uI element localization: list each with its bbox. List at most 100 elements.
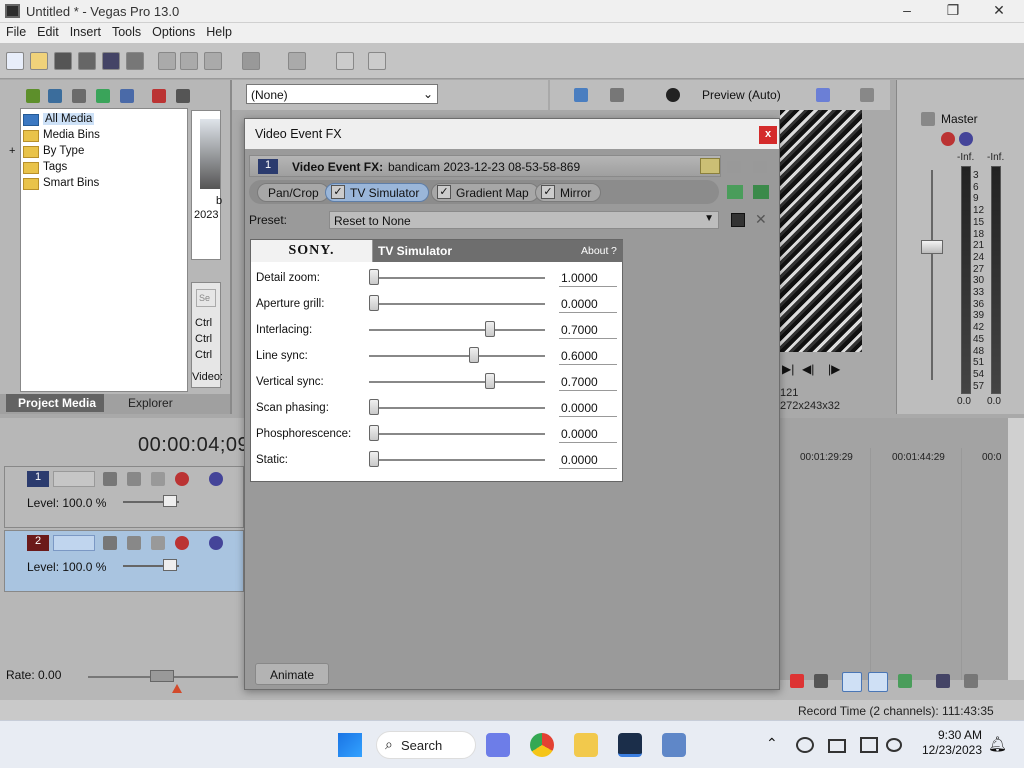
snapshot-icon[interactable] <box>860 88 874 102</box>
file-explorer-icon[interactable] <box>574 733 598 757</box>
menu-help[interactable]: Help <box>200 23 237 39</box>
tree-item-tags[interactable]: Tags <box>23 161 67 174</box>
tab-explorer[interactable]: Explorer <box>112 394 192 412</box>
view-split-icon[interactable] <box>727 161 741 173</box>
get-media-icon[interactable] <box>72 89 86 103</box>
sync-icon[interactable] <box>796 737 814 753</box>
calculator-icon[interactable] <box>662 733 686 757</box>
preview-quality-dropdown[interactable]: Preview (Auto) <box>702 88 781 102</box>
open-folder-icon[interactable] <box>30 52 48 70</box>
grid-icon[interactable] <box>816 88 830 102</box>
track-fx-icon[interactable] <box>175 536 189 550</box>
slider-track[interactable] <box>369 459 545 461</box>
split-screen-icon[interactable] <box>610 88 624 102</box>
fx-close-button[interactable]: x <box>759 126 777 144</box>
track-motion-icon[interactable] <box>103 472 117 486</box>
rate-slider[interactable] <box>150 670 174 682</box>
normal-edit-tool-icon[interactable] <box>842 672 862 692</box>
video-track-2[interactable]: 2 Level: 100.0 % <box>4 530 244 592</box>
slider-thumb[interactable] <box>369 425 379 441</box>
slider-thumb[interactable] <box>369 399 379 415</box>
bypass-icon[interactable] <box>151 472 165 486</box>
volume-icon[interactable] <box>886 738 902 752</box>
plugin-mirror[interactable]: ✓ Mirror <box>535 183 602 202</box>
animate-button[interactable]: Animate <box>255 663 329 685</box>
slider-track[interactable] <box>369 381 545 383</box>
help-icon[interactable]: ? <box>611 245 617 257</box>
region-icon[interactable] <box>814 674 828 688</box>
master-fader[interactable] <box>921 240 943 254</box>
param-value-input[interactable]: 0.0000 <box>559 297 617 313</box>
tree-item-media-bins[interactable]: Media Bins <box>23 129 100 142</box>
slider-thumb[interactable] <box>369 295 379 311</box>
next-frame-icon[interactable]: ▶| <box>782 362 794 376</box>
copy-icon[interactable] <box>180 52 198 70</box>
whats-this-icon[interactable] <box>368 52 386 70</box>
plugin-chain-icon[interactable] <box>727 185 743 199</box>
plugin-tv-simulator[interactable]: ✓ TV Simulator <box>325 183 430 202</box>
forward-icon[interactable]: |▶ <box>828 362 840 376</box>
slider-thumb[interactable] <box>369 451 379 467</box>
keyframe-icon[interactable] <box>700 158 720 174</box>
search-media-icon[interactable] <box>120 89 134 103</box>
delete-preset-icon[interactable]: ✕ <box>755 211 767 228</box>
save-icon[interactable] <box>54 52 72 70</box>
bypass-icon[interactable] <box>151 536 165 550</box>
tree-item-by-type[interactable]: + By Type <box>9 145 84 158</box>
menu-edit[interactable]: Edit <box>31 23 64 39</box>
checkbox-icon[interactable]: ✓ <box>437 185 451 199</box>
new-icon[interactable] <box>6 52 24 70</box>
search-box-icon[interactable]: Se <box>196 289 216 307</box>
track-motion-icon[interactable] <box>103 536 117 550</box>
chevron-up-icon[interactable]: ⌃ <box>766 735 778 752</box>
slider-track[interactable] <box>369 329 545 331</box>
start-icon[interactable] <box>338 733 362 757</box>
menu-insert[interactable]: Insert <box>64 23 106 39</box>
cut-icon[interactable] <box>158 52 176 70</box>
rewind-icon[interactable]: ◀| <box>802 362 814 376</box>
menu-file[interactable]: File <box>0 23 31 39</box>
auto-ripple-icon[interactable] <box>936 674 950 688</box>
param-value-input[interactable]: 0.6000 <box>559 349 617 365</box>
param-value-input[interactable]: 1.0000 <box>559 271 617 287</box>
slider-thumb[interactable] <box>485 321 496 337</box>
checkbox-icon[interactable]: ✓ <box>331 185 345 199</box>
undo-icon[interactable] <box>242 52 260 70</box>
master-settings-icon[interactable] <box>921 112 935 126</box>
param-value-input[interactable]: 0.0000 <box>559 453 617 469</box>
tab-project-media[interactable]: Project Media <box>6 394 104 412</box>
slider-track[interactable] <box>369 303 545 305</box>
refresh-icon[interactable] <box>96 89 110 103</box>
capture-video-icon[interactable] <box>48 89 62 103</box>
slider-track[interactable] <box>369 355 545 357</box>
param-value-input[interactable]: 0.0000 <box>559 427 617 443</box>
about-link[interactable]: About <box>581 245 608 257</box>
param-value-input[interactable]: 0.7000 <box>559 323 617 339</box>
track-name-field[interactable] <box>53 471 95 487</box>
monitor-icon[interactable] <box>574 88 588 102</box>
slider-thumb[interactable] <box>468 347 479 363</box>
notifications-icon[interactable]: 🔔︎ <box>988 735 1007 753</box>
taskbar-search[interactable]: ⌕ Search <box>376 731 476 759</box>
envelope-tool-icon[interactable] <box>868 672 888 692</box>
slider-thumb[interactable] <box>485 373 496 389</box>
close-button[interactable]: ✕ <box>976 2 1022 22</box>
preset-dropdown[interactable]: (None) ⌄ <box>246 84 438 104</box>
chrome-icon[interactable] <box>530 733 554 757</box>
mute-track-icon[interactable] <box>209 536 223 550</box>
mute-track-icon[interactable] <box>209 472 223 486</box>
overlay-icon[interactable] <box>666 88 680 102</box>
properties-icon[interactable] <box>126 52 144 70</box>
timeline-scrollbar[interactable] <box>1008 418 1024 680</box>
tree-item-all-media[interactable]: All Media <box>23 113 95 126</box>
minimize-button[interactable]: – <box>884 2 930 22</box>
marker-icon[interactable] <box>790 674 804 688</box>
teams-icon[interactable] <box>486 733 510 757</box>
expand-icon[interactable]: + <box>9 145 15 157</box>
slider-track[interactable] <box>369 433 545 435</box>
clock[interactable]: 9:30 AM 12/23/2023 <box>910 728 982 758</box>
composite-icon[interactable] <box>127 536 141 550</box>
level-slider[interactable] <box>163 559 177 571</box>
network-icon[interactable] <box>828 739 846 753</box>
slider-track[interactable] <box>369 277 545 279</box>
